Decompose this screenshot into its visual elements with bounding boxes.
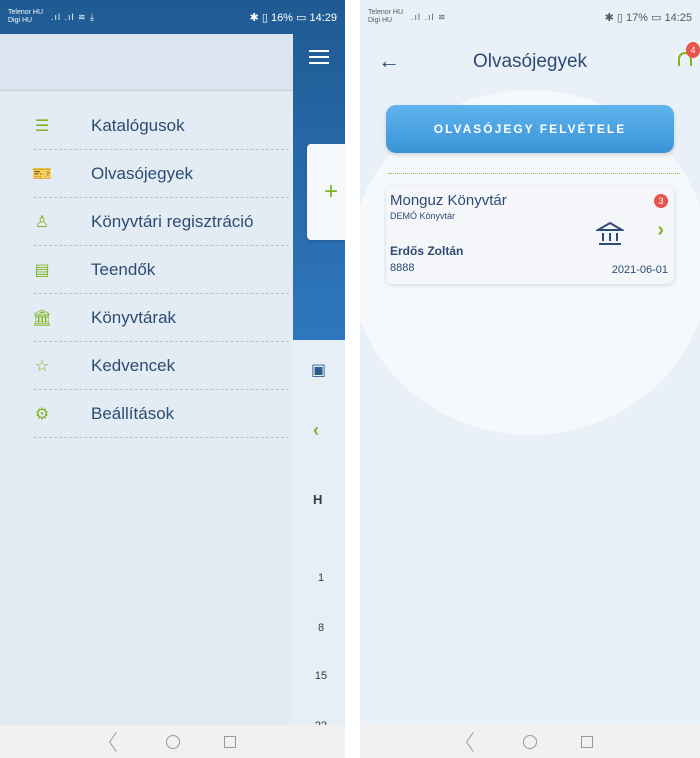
carrier-info: Telenor HU Digi HU — [8, 9, 43, 25]
status-bar: Telenor HU Digi HU .ıl .ıl ≋ ⤓ ✱ ▯ 16% ▭… — [0, 0, 345, 34]
library-card[interactable]: Monguz Könyvtár DEMÓ Könyvtár 3 › Erdős … — [386, 186, 674, 284]
menu-item-beallitasok[interactable]: ⚙ Beállítások — [0, 390, 293, 438]
card-date: 2021-06-01 — [611, 264, 668, 276]
drawer-menu: ☰ Katalógusok 🎫 Olvasójegyek ♙ Könyvtári… — [0, 102, 293, 438]
menu-item-teendok[interactable]: ▤ Teendők — [0, 246, 293, 294]
menu-item-label: Teendők — [91, 260, 156, 279]
drawer-header — [0, 34, 293, 90]
home-nav-icon[interactable] — [165, 734, 180, 749]
status-bar: Telenor HU Digi HU .ıl .ıl ≋ ✱ ▯ 17% ▭ 1… — [360, 0, 700, 34]
menu-item-katalogusok[interactable]: ☰ Katalógusok — [0, 102, 293, 150]
status-right: ✱ ▯ 16% ▭ 14:29 — [249, 11, 337, 24]
right-phone-screen: Telenor HU Digi HU .ıl .ıl ≋ ✱ ▯ 17% ▭ 1… — [360, 0, 700, 758]
calendar-day[interactable]: 15 — [309, 670, 333, 682]
carrier-name-2: Digi HU — [368, 17, 393, 24]
background-app-strip: + ▣ ‹ H 1 8 15 22 — [293, 34, 345, 732]
gear-icon: ⚙ — [34, 406, 50, 423]
menu-item-label: Olvasójegyek — [91, 164, 194, 183]
navigation-drawer: ☰ Katalógusok 🎫 Olvasójegyek ♙ Könyvtári… — [0, 34, 293, 725]
add-card-button[interactable]: OLVASÓJEGY FELVÉTELE — [386, 105, 674, 153]
hamburger-menu-icon[interactable] — [309, 50, 329, 64]
calendar-weekday-header: H — [313, 492, 323, 507]
calendar-day[interactable]: 8 — [309, 622, 333, 634]
chevron-left-icon[interactable]: ‹ — [313, 420, 319, 441]
left-phone-screen: Telenor HU Digi HU .ıl .ıl ≋ ⤓ ✱ ▯ 16% ▭… — [0, 0, 345, 758]
carrier-name: Telenor HU — [368, 9, 404, 16]
add-button[interactable]: + — [307, 144, 345, 240]
star-icon: ☆ — [34, 358, 50, 375]
signal-icon: .ıl .ıl ≋ — [411, 11, 447, 22]
chevron-right-icon[interactable]: › — [657, 219, 664, 242]
message-icon: ▤ — [34, 262, 50, 279]
library-name: Monguz Könyvtár — [390, 192, 507, 209]
card-badge: 3 — [654, 194, 668, 208]
menu-item-label: Kedvencek — [91, 356, 176, 375]
android-navbar — [360, 725, 700, 758]
menu-item-label: Könyvtári regisztráció — [91, 212, 254, 231]
home-nav-icon[interactable] — [523, 734, 537, 749]
calendar-day[interactable]: 1 — [309, 572, 333, 584]
screenshot-root: Telenor HU Digi HU .ıl .ıl ≋ ⤓ ✱ ▯ 16% ▭… — [0, 0, 700, 758]
bank-icon — [596, 221, 624, 245]
back-nav-icon[interactable] — [108, 731, 123, 752]
menu-item-konyvtarak[interactable]: 🏛 Könyvtárak — [0, 294, 293, 342]
ticket-icon: 🎫 — [32, 166, 52, 183]
notification-badge: 4 — [686, 42, 700, 58]
carrier-name: Telenor HU — [8, 9, 44, 16]
divider — [388, 173, 680, 174]
recents-nav-icon[interactable] — [223, 735, 236, 748]
calendar-icon[interactable]: ▣ — [311, 360, 326, 380]
drawer-divider — [0, 90, 293, 91]
card-number: 8888 — [390, 262, 415, 274]
carrier-info: Telenor HU Digi HU — [368, 9, 403, 25]
menu-item-label: Beállítások — [91, 404, 175, 423]
card-holder-name: Erdős Zoltán — [390, 244, 464, 258]
bank-icon: 🏛 — [31, 310, 53, 327]
app-header: ← Olvasójegyek 4 — [360, 34, 700, 90]
carrier-name-2: Digi HU — [8, 17, 33, 24]
menu-item-olvasojegyek[interactable]: 🎫 Olvasójegyek — [0, 150, 293, 198]
menu-item-kedvencek[interactable]: ☆ Kedvencek — [0, 342, 293, 390]
recents-nav-icon[interactable] — [581, 735, 593, 748]
signal-icon: .ıl .ıl ≋ ⤓ — [51, 11, 96, 22]
person-check-icon: ♙ — [34, 214, 50, 231]
back-nav-icon[interactable] — [466, 731, 480, 752]
menu-item-label: Könyvtárak — [91, 308, 177, 327]
list-icon: ☰ — [34, 118, 50, 135]
android-navbar — [0, 725, 345, 758]
library-subtitle: DEMÓ Könyvtár — [390, 211, 456, 221]
menu-item-label: Katalógusok — [91, 116, 185, 135]
menu-item-regisztracio[interactable]: ♙ Könyvtári regisztráció — [0, 198, 293, 246]
page-title: Olvasójegyek — [472, 51, 588, 72]
status-right: ✱ ▯ 17% ▭ 14:25 — [604, 11, 692, 24]
